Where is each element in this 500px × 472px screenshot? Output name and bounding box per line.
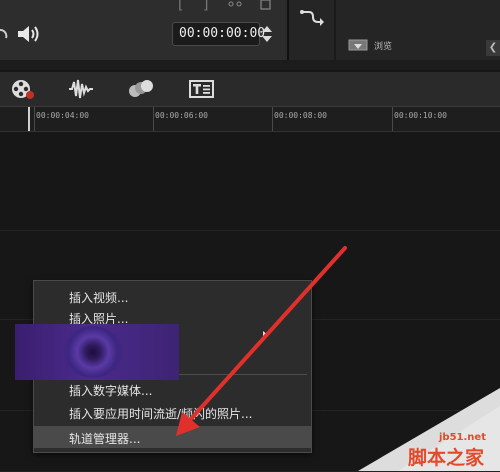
playhead[interactable] (28, 107, 30, 131)
ruler-tick (272, 107, 273, 131)
video-track[interactable] (0, 132, 500, 231)
media-thumbnail[interactable] (15, 324, 179, 380)
divider (334, 0, 336, 60)
audio-waveform-icon[interactable] (68, 78, 94, 100)
menu-item-insert-digital-media[interactable]: 插入数字媒体... (34, 378, 311, 400)
volume-icon[interactable] (16, 25, 42, 43)
timecode-field[interactable]: 00:00:00:00 (172, 22, 265, 46)
mark-in-bracket-icon[interactable]: [ (178, 0, 183, 12)
ruler-tick-label: 00:00:06:00 (155, 111, 208, 120)
menu-item-label: 插入数字媒体... (69, 384, 153, 398)
browse-button[interactable]: 浏览 (342, 36, 412, 56)
menu-item-label: 插入视频... (69, 291, 129, 305)
scissors-icon[interactable] (228, 0, 242, 8)
title-icon[interactable] (189, 78, 215, 100)
timeline-ruler[interactable]: 00:00:04:00 00:00:06:00 00:00:08:00 00:0… (0, 107, 500, 132)
film-reel-icon[interactable] (10, 78, 36, 100)
mark-out-bracket-icon[interactable]: ] (203, 0, 208, 12)
watermark-name: 脚本之家 (408, 447, 485, 469)
menu-item-label: 轨道管理器... (69, 432, 141, 446)
path-icon[interactable] (299, 8, 325, 28)
menu-item-track-manager[interactable]: 轨道管理器... (34, 426, 311, 448)
circles-icon[interactable] (128, 78, 154, 100)
timecode-value: 00:00:00:00 (179, 26, 266, 41)
ruler-tick-label: 00:00:08:00 (274, 111, 327, 120)
ruler-tick (34, 107, 35, 131)
browse-folder-icon (348, 39, 368, 51)
ruler-tick (153, 107, 154, 131)
scroll-right-button[interactable]: ❮ (486, 40, 500, 56)
ruler-tick-label: 00:00:10:00 (394, 111, 447, 120)
thumbnail-disc-image (63, 326, 123, 378)
timecode-spinner-icon[interactable] (261, 24, 273, 44)
submenu-arrow-icon (263, 331, 268, 339)
panel-divider (0, 60, 500, 70)
ruler-tick-label: 00:00:04:00 (36, 111, 89, 120)
watermark-site: jb51.net (439, 432, 486, 443)
menu-item-insert-video[interactable]: 插入视频... (34, 285, 311, 307)
copy-icon[interactable] (258, 0, 272, 10)
preview-controls-panel: [ ] 00:00:00:00 浏览 ❮ (0, 0, 500, 70)
ruler-tick (392, 107, 393, 131)
menu-item-label: 插入要应用时间流逝/频闪的照片... (69, 407, 253, 421)
menu-item-insert-timelapse-photos[interactable]: 插入要应用时间流逝/频闪的照片... (34, 401, 311, 423)
timeline-toolbar (0, 72, 500, 107)
loop-icon[interactable] (0, 26, 10, 42)
browse-label: 浏览 (374, 42, 393, 52)
